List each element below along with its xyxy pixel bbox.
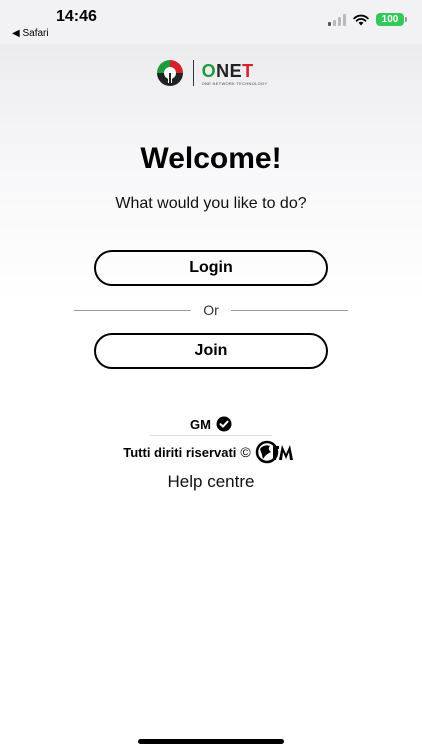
rights-text: Tutti diriti riservati <box>123 444 237 460</box>
back-to-safari-link[interactable]: ◀ Safari <box>12 28 49 39</box>
wifi-icon <box>353 14 369 25</box>
status-indicators: 100 <box>328 13 407 26</box>
verified-check-icon <box>216 416 232 432</box>
onet-logo-icon <box>156 60 183 86</box>
login-button[interactable]: Login <box>94 250 328 286</box>
status-time: 14:46 <box>56 8 97 25</box>
copyright-symbol: © <box>240 444 251 460</box>
welcome-screen: ONET ONE NETWORK TECHNOLOGY Welcome! Wha… <box>0 44 422 750</box>
status-bar: 14:46 ◀ Safari 100 <box>0 0 422 44</box>
or-divider: Or <box>74 302 348 318</box>
page-title: Welcome! <box>140 142 282 175</box>
divider-line-left <box>74 309 192 311</box>
battery-indicator: 100 <box>376 13 407 26</box>
page-subtitle: What would you like to do? <box>115 195 307 212</box>
or-label: Or <box>203 302 219 318</box>
footer-divider <box>150 435 272 436</box>
brand-tagline: ONE NETWORK TECHNOLOGY <box>201 80 268 86</box>
join-button[interactable]: Join <box>94 333 328 369</box>
brand-wordmark: ONET ONE NETWORK TECHNOLOGY <box>202 61 268 86</box>
help-centre-link[interactable]: Help centre <box>0 472 422 492</box>
gm-verified: GM <box>0 416 422 432</box>
logo-divider <box>192 60 194 86</box>
copyright-row: Tutti diriti riservati © <box>0 440 422 464</box>
brand-name: ONET <box>201 60 254 81</box>
gm-logo-icon <box>255 440 293 464</box>
divider-line-right <box>230 309 348 311</box>
cellular-signal-icon <box>328 13 346 26</box>
home-indicator[interactable] <box>138 739 284 744</box>
gm-label: GM <box>190 416 211 432</box>
brand-header: ONET ONE NETWORK TECHNOLOGY <box>0 58 422 88</box>
